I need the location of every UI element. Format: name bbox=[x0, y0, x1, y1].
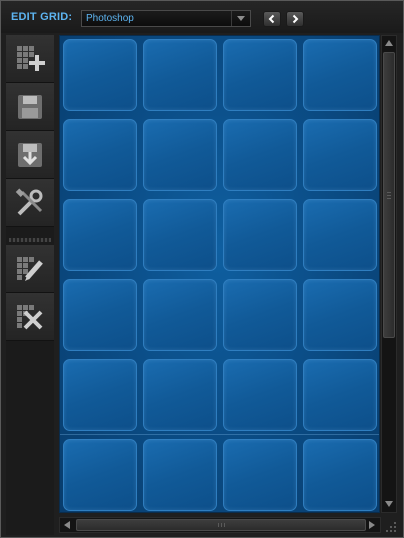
scroll-up-button[interactable] bbox=[383, 37, 395, 49]
scroll-down-button[interactable] bbox=[383, 498, 395, 510]
edit-grid-window: EDIT GRID: Photoshop bbox=[0, 0, 404, 538]
arrow-down-icon bbox=[385, 501, 393, 507]
grid-edit-icon bbox=[17, 256, 43, 281]
grid-cell[interactable] bbox=[303, 119, 377, 191]
toolbar-separator bbox=[9, 238, 51, 242]
grid-cell[interactable] bbox=[143, 359, 217, 431]
disk-import-icon bbox=[18, 142, 42, 167]
grid-cell[interactable] bbox=[303, 39, 377, 111]
resize-grip-icon[interactable] bbox=[383, 517, 399, 533]
grid-cell[interactable] bbox=[143, 279, 217, 351]
grid-cell[interactable] bbox=[63, 119, 137, 191]
arrow-right-icon bbox=[369, 521, 375, 529]
grid-canvas[interactable] bbox=[59, 35, 380, 513]
header-bar: EDIT GRID: Photoshop bbox=[1, 1, 403, 33]
grid-cell[interactable] bbox=[143, 39, 217, 111]
grid-cell[interactable] bbox=[223, 119, 297, 191]
grid-cell[interactable] bbox=[303, 199, 377, 271]
delete-grid-button[interactable] bbox=[6, 293, 54, 341]
previous-grid-button[interactable] bbox=[263, 11, 281, 27]
grid-cell[interactable] bbox=[63, 39, 137, 111]
scroll-left-button[interactable] bbox=[61, 519, 73, 531]
grid-select-dropdown[interactable]: Photoshop bbox=[81, 10, 251, 27]
dropdown-arrow-icon[interactable] bbox=[231, 11, 250, 26]
grid-cell[interactable] bbox=[63, 199, 137, 271]
grid-cell[interactable] bbox=[303, 439, 377, 511]
edit-grid-button[interactable] bbox=[6, 245, 54, 293]
arrow-left-icon bbox=[64, 521, 70, 529]
edit-grid-title: EDIT GRID: bbox=[11, 11, 73, 23]
grid-cell[interactable] bbox=[223, 199, 297, 271]
grid-cell[interactable] bbox=[143, 199, 217, 271]
grid-add-icon bbox=[17, 45, 45, 71]
left-toolbar bbox=[6, 35, 54, 535]
disk-save-icon bbox=[18, 94, 42, 119]
grid-cell[interactable] bbox=[303, 279, 377, 351]
grid-cell[interactable] bbox=[63, 359, 137, 431]
grid-cell[interactable] bbox=[223, 439, 297, 511]
chevron-right-icon bbox=[292, 14, 299, 24]
save-grid-button[interactable] bbox=[6, 83, 54, 131]
page-divider bbox=[60, 434, 379, 435]
grid-cell[interactable] bbox=[223, 39, 297, 111]
grid-cell[interactable] bbox=[63, 439, 137, 511]
next-grid-button[interactable] bbox=[286, 11, 304, 27]
grid-cell[interactable] bbox=[143, 119, 217, 191]
horizontal-scrollbar[interactable] bbox=[59, 517, 381, 533]
vertical-scroll-thumb[interactable] bbox=[383, 52, 395, 338]
grid-cell[interactable] bbox=[143, 439, 217, 511]
grid-cell[interactable] bbox=[63, 279, 137, 351]
chevron-left-icon bbox=[268, 14, 275, 24]
scroll-right-button[interactable] bbox=[366, 519, 378, 531]
grid-cell[interactable] bbox=[303, 359, 377, 431]
add-grid-button[interactable] bbox=[6, 35, 54, 83]
tools-icon bbox=[15, 187, 43, 215]
settings-button[interactable] bbox=[6, 179, 54, 227]
import-grid-button[interactable] bbox=[6, 131, 54, 179]
grid-cell[interactable] bbox=[223, 359, 297, 431]
arrow-up-icon bbox=[385, 40, 393, 46]
grid-select-value: Photoshop bbox=[86, 13, 134, 24]
grid-delete-icon bbox=[17, 304, 43, 329]
vertical-scrollbar[interactable] bbox=[381, 35, 397, 513]
horizontal-scroll-thumb[interactable] bbox=[76, 519, 366, 531]
grid-cell[interactable] bbox=[223, 279, 297, 351]
